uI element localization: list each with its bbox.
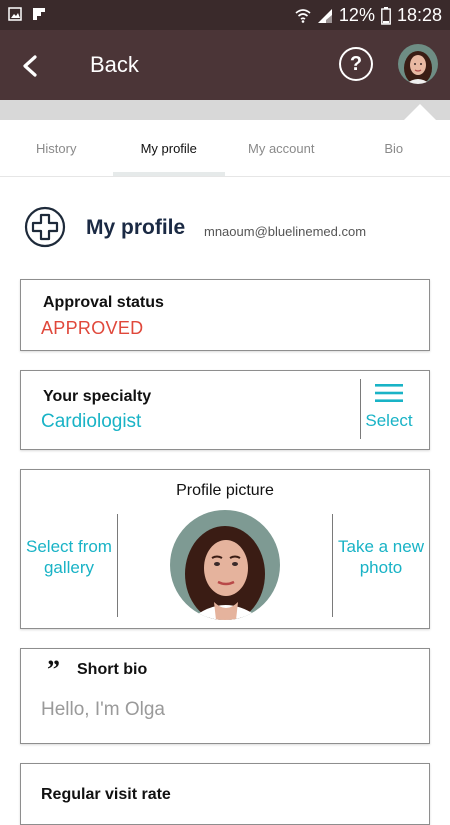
specialty-value: Cardiologist [41, 411, 141, 433]
app-bar: Back ? [0, 30, 450, 100]
user-email: mnaoum@bluelinemed.com [204, 224, 366, 239]
menu-pointer [404, 104, 436, 120]
help-button[interactable]: ? [339, 47, 373, 81]
avatar-photo [398, 44, 438, 84]
visit-rate-label: Regular visit rate [41, 786, 171, 804]
battery-icon [381, 7, 391, 25]
tab-my-account[interactable]: My account [225, 120, 338, 176]
tab-bar: History My profile My account Bio [0, 120, 450, 177]
specialty-card: Your specialty Cardiologist Select [20, 370, 430, 450]
back-button[interactable] [14, 50, 46, 82]
back-label[interactable]: Back [90, 52, 139, 78]
chevron-left-icon [14, 50, 46, 82]
profile-picture-card: Profile picture Select from gallery Take… [20, 469, 430, 629]
tab-bio[interactable]: Bio [338, 120, 450, 176]
select-from-gallery-button[interactable]: Select from gallery [21, 536, 117, 578]
help-icon: ? [350, 53, 362, 76]
user-avatar[interactable] [398, 44, 438, 84]
picture-left-divider [117, 514, 118, 617]
short-bio-card[interactable]: ” Short bio Hello, I'm Olga [20, 648, 430, 744]
profile-header: My profile mnaoum@bluelinemed.com [24, 206, 434, 250]
tab-my-profile[interactable]: My profile [113, 120, 226, 176]
medical-cross-icon [24, 206, 66, 248]
header-strip [0, 100, 450, 120]
gallery-notification-icon [8, 7, 22, 21]
profile-photo [170, 510, 280, 620]
battery-text: 12% [339, 5, 375, 26]
tab-history[interactable]: History [0, 120, 113, 176]
signal-icon [317, 8, 333, 24]
specialty-label: Your specialty [43, 388, 151, 406]
clock-text: 18:28 [397, 5, 442, 26]
visit-rate-card: Regular visit rate [20, 763, 430, 825]
approval-status-card: Approval status APPROVED [20, 279, 430, 351]
take-new-photo-button[interactable]: Take a new photo [333, 536, 429, 578]
status-bar-left-icons [8, 7, 46, 21]
flipboard-notification-icon [32, 7, 46, 21]
status-bar: 12% 18:28 [0, 0, 450, 30]
quote-icon: ” [47, 655, 60, 685]
wifi-icon [295, 8, 311, 24]
approval-status-value: APPROVED [41, 318, 143, 339]
profile-picture[interactable] [170, 510, 280, 620]
menu-icon [375, 383, 403, 403]
specialty-select-button[interactable]: Select [359, 379, 419, 439]
profile-picture-title: Profile picture [21, 482, 429, 500]
approval-status-label: Approval status [43, 294, 164, 312]
short-bio-text: Hello, I'm Olga [41, 699, 165, 721]
short-bio-label: Short bio [77, 661, 147, 679]
status-bar-right: 12% 18:28 [295, 5, 442, 26]
select-label: Select [359, 411, 419, 431]
page-title: My profile [86, 216, 185, 240]
